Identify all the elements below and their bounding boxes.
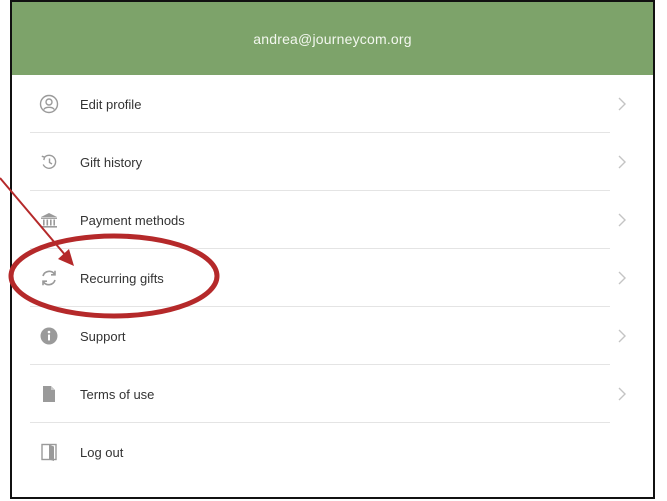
menu-item-payment-methods[interactable]: Payment methods [12,191,653,249]
menu-item-log-out[interactable]: Log out [12,423,653,481]
chevron-right-icon [618,155,626,169]
user-circle-icon [38,93,60,115]
menu-item-label: Gift history [80,154,143,170]
logout-door-icon [38,441,60,463]
chevron-right-icon [618,387,626,401]
menu-item-label: Log out [80,444,124,460]
app-frame: andrea@journeycom.org Edit profile Gift … [10,0,655,499]
info-icon [38,325,60,347]
account-email: andrea@journeycom.org [253,30,412,47]
menu-item-edit-profile[interactable]: Edit profile [12,75,653,133]
recurring-icon [38,267,60,289]
menu-item-label: Edit profile [80,96,142,112]
menu-item-terms-of-use[interactable]: Terms of use [12,365,653,423]
history-icon [38,151,60,173]
menu-item-recurring-gifts[interactable]: Recurring gifts [12,249,653,307]
account-menu: Edit profile Gift history Payment method… [12,75,653,481]
account-header: andrea@journeycom.org [12,2,653,75]
menu-item-support[interactable]: Support [12,307,653,365]
chevron-right-icon [618,213,626,227]
menu-item-label: Support [80,328,126,344]
document-icon [38,383,60,405]
chevron-right-icon [618,97,626,111]
menu-item-label: Terms of use [80,386,155,402]
menu-item-label: Payment methods [80,212,185,228]
menu-item-gift-history[interactable]: Gift history [12,133,653,191]
menu-item-label: Recurring gifts [80,270,164,286]
chevron-right-icon [618,329,626,343]
bank-icon [38,209,60,231]
chevron-right-icon [618,271,626,285]
